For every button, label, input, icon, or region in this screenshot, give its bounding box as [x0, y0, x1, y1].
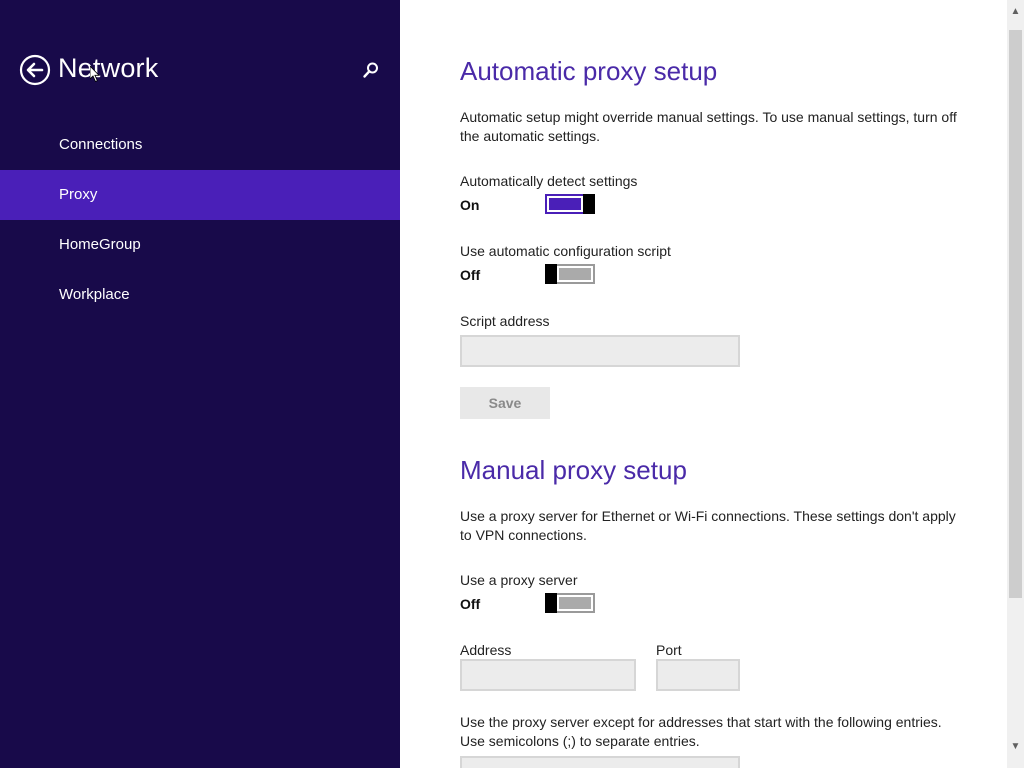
automatic-proxy-heading: Automatic proxy setup [460, 56, 718, 86]
exceptions-description: Use the proxy server except for addresse… [460, 714, 942, 749]
mouse-cursor-icon [90, 66, 100, 82]
use-proxy-state: Off [460, 596, 481, 612]
detect-settings-toggle[interactable] [545, 194, 595, 214]
save-button[interactable]: Save [460, 387, 550, 419]
toggle-fill [559, 597, 591, 609]
use-proxy-label: Use a proxy server [460, 572, 578, 588]
sidebar-item-connections[interactable]: Connections [0, 120, 400, 170]
port-input[interactable] [656, 659, 740, 691]
sidebar-nav: Connections Proxy HomeGroup Workplace [0, 120, 400, 320]
address-input[interactable] [460, 659, 636, 691]
manual-proxy-description: Use a proxy server for Ethernet or Wi-Fi… [460, 508, 956, 543]
exceptions-input[interactable] [460, 756, 740, 768]
sidebar-item-proxy[interactable]: Proxy [0, 170, 400, 220]
address-label: Address [460, 642, 512, 658]
use-proxy-toggle[interactable] [545, 593, 595, 613]
back-arrow-icon[interactable] [19, 54, 51, 86]
automatic-proxy-description: Automatic setup might override manual se… [460, 109, 957, 144]
toggle-knob [545, 593, 557, 613]
script-address-label: Script address [460, 313, 550, 329]
script-address-input[interactable] [460, 335, 740, 367]
toggle-fill [549, 198, 581, 210]
port-label: Port [656, 642, 682, 658]
search-icon[interactable] [361, 60, 381, 80]
manual-proxy-heading: Manual proxy setup [460, 455, 687, 485]
main-content: Automatic proxy setup Automatic setup mi… [400, 0, 1007, 768]
scroll-down-icon[interactable]: ▼ [1010, 741, 1021, 753]
config-script-label: Use automatic configuration script [460, 243, 671, 259]
vertical-scrollbar[interactable]: ▲ ▼ [1007, 0, 1024, 768]
detect-settings-state: On [460, 197, 480, 213]
sidebar-item-homegroup[interactable]: HomeGroup [0, 220, 400, 270]
scroll-up-icon[interactable]: ▲ [1010, 6, 1021, 18]
toggle-fill [559, 268, 591, 280]
config-script-state: Off [460, 267, 481, 283]
scroll-thumb[interactable] [1009, 30, 1022, 598]
toggle-knob [583, 194, 595, 214]
config-script-toggle[interactable] [545, 264, 595, 284]
sidebar-item-workplace[interactable]: Workplace [0, 270, 400, 320]
sidebar: Network Connections Proxy HomeGroup Work… [0, 0, 400, 768]
detect-settings-label: Automatically detect settings [460, 173, 638, 189]
toggle-knob [545, 264, 557, 284]
page-title: Network [58, 53, 159, 83]
